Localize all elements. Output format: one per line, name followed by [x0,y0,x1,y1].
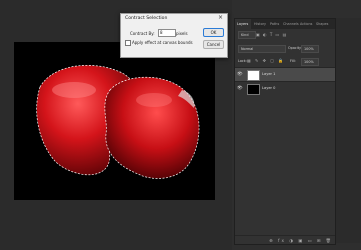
panel-tabs: Layers History Paths Channels Actions Sh… [235,19,335,29]
tab-actions[interactable]: Actions [300,22,312,26]
layer-thumbnail [247,84,260,95]
document-canvas[interactable] [14,42,215,200]
layer-row[interactable]: 👁 Layer 0 [235,81,335,95]
fill-input[interactable]: 100% [301,58,319,66]
dialog-title: Contract Selection [125,16,168,21]
opacity-label: Opacity: [288,46,302,50]
tab-channels[interactable]: Channels [283,22,299,26]
layer-row[interactable]: 👁 Layer 1 [235,67,335,81]
layer-filter-icons[interactable]: ▣ ◐ T ▭ ▤ [256,32,287,37]
panel-bottom-toolbar[interactable]: ⊕ fx ◑ ▣ ▭ ⊞ 🗑 [235,235,335,244]
tab-shapes[interactable]: Shapes [316,22,328,26]
layers-panel: Layers History Paths Channels Actions Sh… [234,18,336,245]
tab-paths[interactable]: Paths [270,22,279,26]
visibility-eye-icon[interactable]: 👁 [237,86,243,91]
lock-icons[interactable]: ▦ ✎ ✥ ▢ 🔒 [247,58,285,63]
visibility-eye-icon[interactable]: 👁 [237,72,243,77]
layer-thumbnail [247,70,260,81]
kind-filter-select[interactable]: Kind [238,31,256,39]
tab-layers[interactable]: Layers [237,22,248,26]
boxing-gloves-image [36,65,200,179]
contract-by-label: Contract By: [130,31,155,36]
ok-button[interactable]: OK [203,28,224,37]
pixels-label: pixels [176,31,188,36]
blend-mode-select[interactable]: Normal [238,45,286,53]
apply-at-canvas-bounds-checkbox[interactable] [125,40,131,46]
right-dock-strip [336,18,361,243]
opacity-input[interactable]: 100% [301,45,319,53]
contract-by-input[interactable]: 8 [158,29,176,37]
layer-name: Layer 1 [262,72,276,76]
cancel-button[interactable]: Cancel [203,40,224,49]
lock-label: Lock: [238,59,247,63]
tab-history[interactable]: History [254,22,266,26]
apply-at-canvas-bounds-label: Apply effect at canvas bounds [132,40,193,45]
fill-label: Fill: [290,59,296,63]
close-icon[interactable]: × [218,14,223,21]
layer-name: Layer 0 [262,86,276,90]
contract-selection-dialog: Contract Selection × Contract By: 8 pixe… [120,13,228,58]
